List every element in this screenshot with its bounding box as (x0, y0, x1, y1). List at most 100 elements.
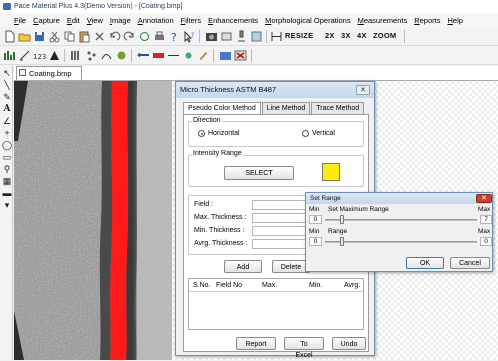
help-icon[interactable]: ? (168, 30, 181, 43)
menu-image[interactable]: Image (110, 16, 131, 25)
ellipse-icon[interactable]: ◯ (2, 140, 12, 150)
crosshair-icon[interactable]: + (2, 128, 12, 138)
line-draw-icon[interactable]: ╲ (2, 80, 12, 90)
field-value[interactable] (252, 200, 312, 210)
avg-thickness-value[interactable] (252, 239, 312, 249)
ok-button[interactable]: OK (406, 257, 444, 269)
zoom-3x-button[interactable]: 3X (341, 31, 351, 40)
max-range-max-value[interactable]: 7 (480, 215, 492, 224)
nodularity-icon[interactable] (100, 49, 113, 62)
menu-annotation[interactable]: Annotation (138, 16, 174, 25)
column-header-min[interactable]: Min. (309, 282, 322, 289)
min-range-slider-track[interactable] (325, 241, 477, 243)
save-icon[interactable] (33, 30, 46, 43)
cancel-button[interactable]: Cancel (450, 257, 490, 269)
menu-file[interactable]: File (14, 16, 26, 25)
remove-image-icon[interactable] (234, 49, 247, 62)
min-range-slider-thumb[interactable] (340, 237, 344, 246)
horizontal-radio[interactable] (198, 130, 205, 137)
histogram-icon[interactable] (3, 49, 16, 62)
tab-line-method[interactable]: Line Method (261, 102, 311, 114)
menu-help[interactable]: Help (447, 16, 462, 25)
resize-icon[interactable] (270, 30, 283, 43)
menu-capture[interactable]: Capture (33, 16, 60, 25)
magnifier-icon[interactable]: ⚲ (2, 164, 12, 174)
shapes-icon[interactable] (182, 49, 195, 62)
print-icon[interactable] (153, 30, 166, 43)
menu-view[interactable]: View (87, 16, 103, 25)
color-swatch[interactable] (322, 163, 340, 181)
menu-measurements[interactable]: Measurements (358, 16, 408, 25)
scale-bar-icon[interactable]: ▬ (2, 188, 12, 198)
dialog-close-button[interactable]: ✕ (356, 85, 370, 95)
context-help-icon[interactable]: ? (183, 30, 196, 43)
zoom-label[interactable]: ZOOM (373, 31, 396, 40)
dropdown-arrow-icon[interactable]: ▾ (2, 200, 12, 210)
paint-icon[interactable] (197, 49, 210, 62)
column-header-field-no[interactable]: Field No (216, 282, 242, 289)
resize-button[interactable]: RESIZE (285, 31, 313, 40)
thickness-icon[interactable] (137, 49, 150, 62)
angle-icon[interactable]: ∠ (2, 116, 12, 126)
min-thickness-value[interactable] (252, 226, 312, 236)
open-folder-icon[interactable] (18, 30, 31, 43)
tools-toolbar: 123 (0, 46, 498, 65)
undo-icon[interactable] (108, 30, 121, 43)
grain-size-icon[interactable] (70, 49, 83, 62)
close-image-icon[interactable] (93, 30, 106, 43)
zoom-2x-button[interactable]: 2X (325, 31, 335, 40)
tab-trace-method[interactable]: Trace Method (311, 102, 365, 114)
add-button[interactable]: Add (224, 260, 262, 273)
select-button[interactable]: SELECT (224, 166, 294, 180)
line-tool-icon[interactable] (167, 49, 180, 62)
report-button[interactable]: Report (236, 337, 276, 350)
capture-icon[interactable] (220, 30, 233, 43)
new-file-icon[interactable] (3, 30, 16, 43)
paste-icon[interactable] (78, 30, 91, 43)
vertical-radio[interactable] (302, 130, 309, 137)
pointer-icon[interactable]: ↖ (2, 68, 12, 78)
vertical-label: Vertical (312, 130, 335, 137)
copy-icon[interactable] (63, 30, 76, 43)
image-compare-icon[interactable] (219, 49, 232, 62)
min-range-min-label: Min (309, 228, 320, 235)
min-range-min-value[interactable]: 0 (309, 237, 322, 246)
layout-icon[interactable] (250, 30, 263, 43)
intensity-label: Intensity Range (192, 150, 243, 157)
column-header-avg[interactable]: Avrg. (344, 282, 360, 289)
porosity-icon[interactable] (85, 49, 98, 62)
menu-reports[interactable]: Reports (414, 16, 440, 25)
redo-icon[interactable] (123, 30, 136, 43)
count-icon[interactable]: 123 (33, 49, 46, 62)
text-tool-icon[interactable]: A (2, 104, 12, 114)
max-range-min-value[interactable]: 0 (309, 215, 322, 224)
min-range-max-value[interactable]: 0 (480, 237, 492, 246)
menu-filters[interactable]: Filters (181, 16, 201, 25)
undo-button[interactable]: Undo (332, 337, 366, 350)
menu-enhancements[interactable]: Enhancements (208, 16, 258, 25)
pencil-icon[interactable]: ✎ (2, 92, 12, 102)
max-range-slider-thumb[interactable] (340, 215, 344, 224)
horizontal-label: Horizontal (208, 130, 240, 137)
max-range-slider-track[interactable] (325, 219, 477, 221)
particle-icon[interactable] (115, 49, 128, 62)
rectangle-icon[interactable]: ▭ (2, 152, 12, 162)
micrograph-image[interactable] (14, 81, 172, 360)
cut-icon[interactable] (48, 30, 61, 43)
to-excel-button[interactable]: To Excel (284, 337, 324, 359)
phase-icon[interactable] (48, 49, 61, 62)
microscope-icon[interactable] (235, 30, 248, 43)
menu-morphological-operations[interactable]: Morphological Operations (265, 16, 350, 25)
coating-icon[interactable] (152, 49, 165, 62)
column-header-sno[interactable]: S.No. (193, 282, 211, 289)
rotate-icon[interactable] (138, 30, 151, 43)
set-range-close-button[interactable]: ✕ (476, 194, 492, 203)
max-thickness-value[interactable] (252, 213, 312, 223)
grid-icon[interactable]: ▦ (2, 176, 12, 186)
camera-icon[interactable] (205, 30, 218, 43)
measure-icon[interactable] (18, 49, 31, 62)
zoom-4x-button[interactable]: 4X (357, 31, 367, 40)
method-tabs: Pseudo Color Method Line Method Trace Me… (183, 102, 365, 115)
menu-edit[interactable]: Edit (67, 16, 80, 25)
column-header-max[interactable]: Max. (262, 282, 277, 289)
